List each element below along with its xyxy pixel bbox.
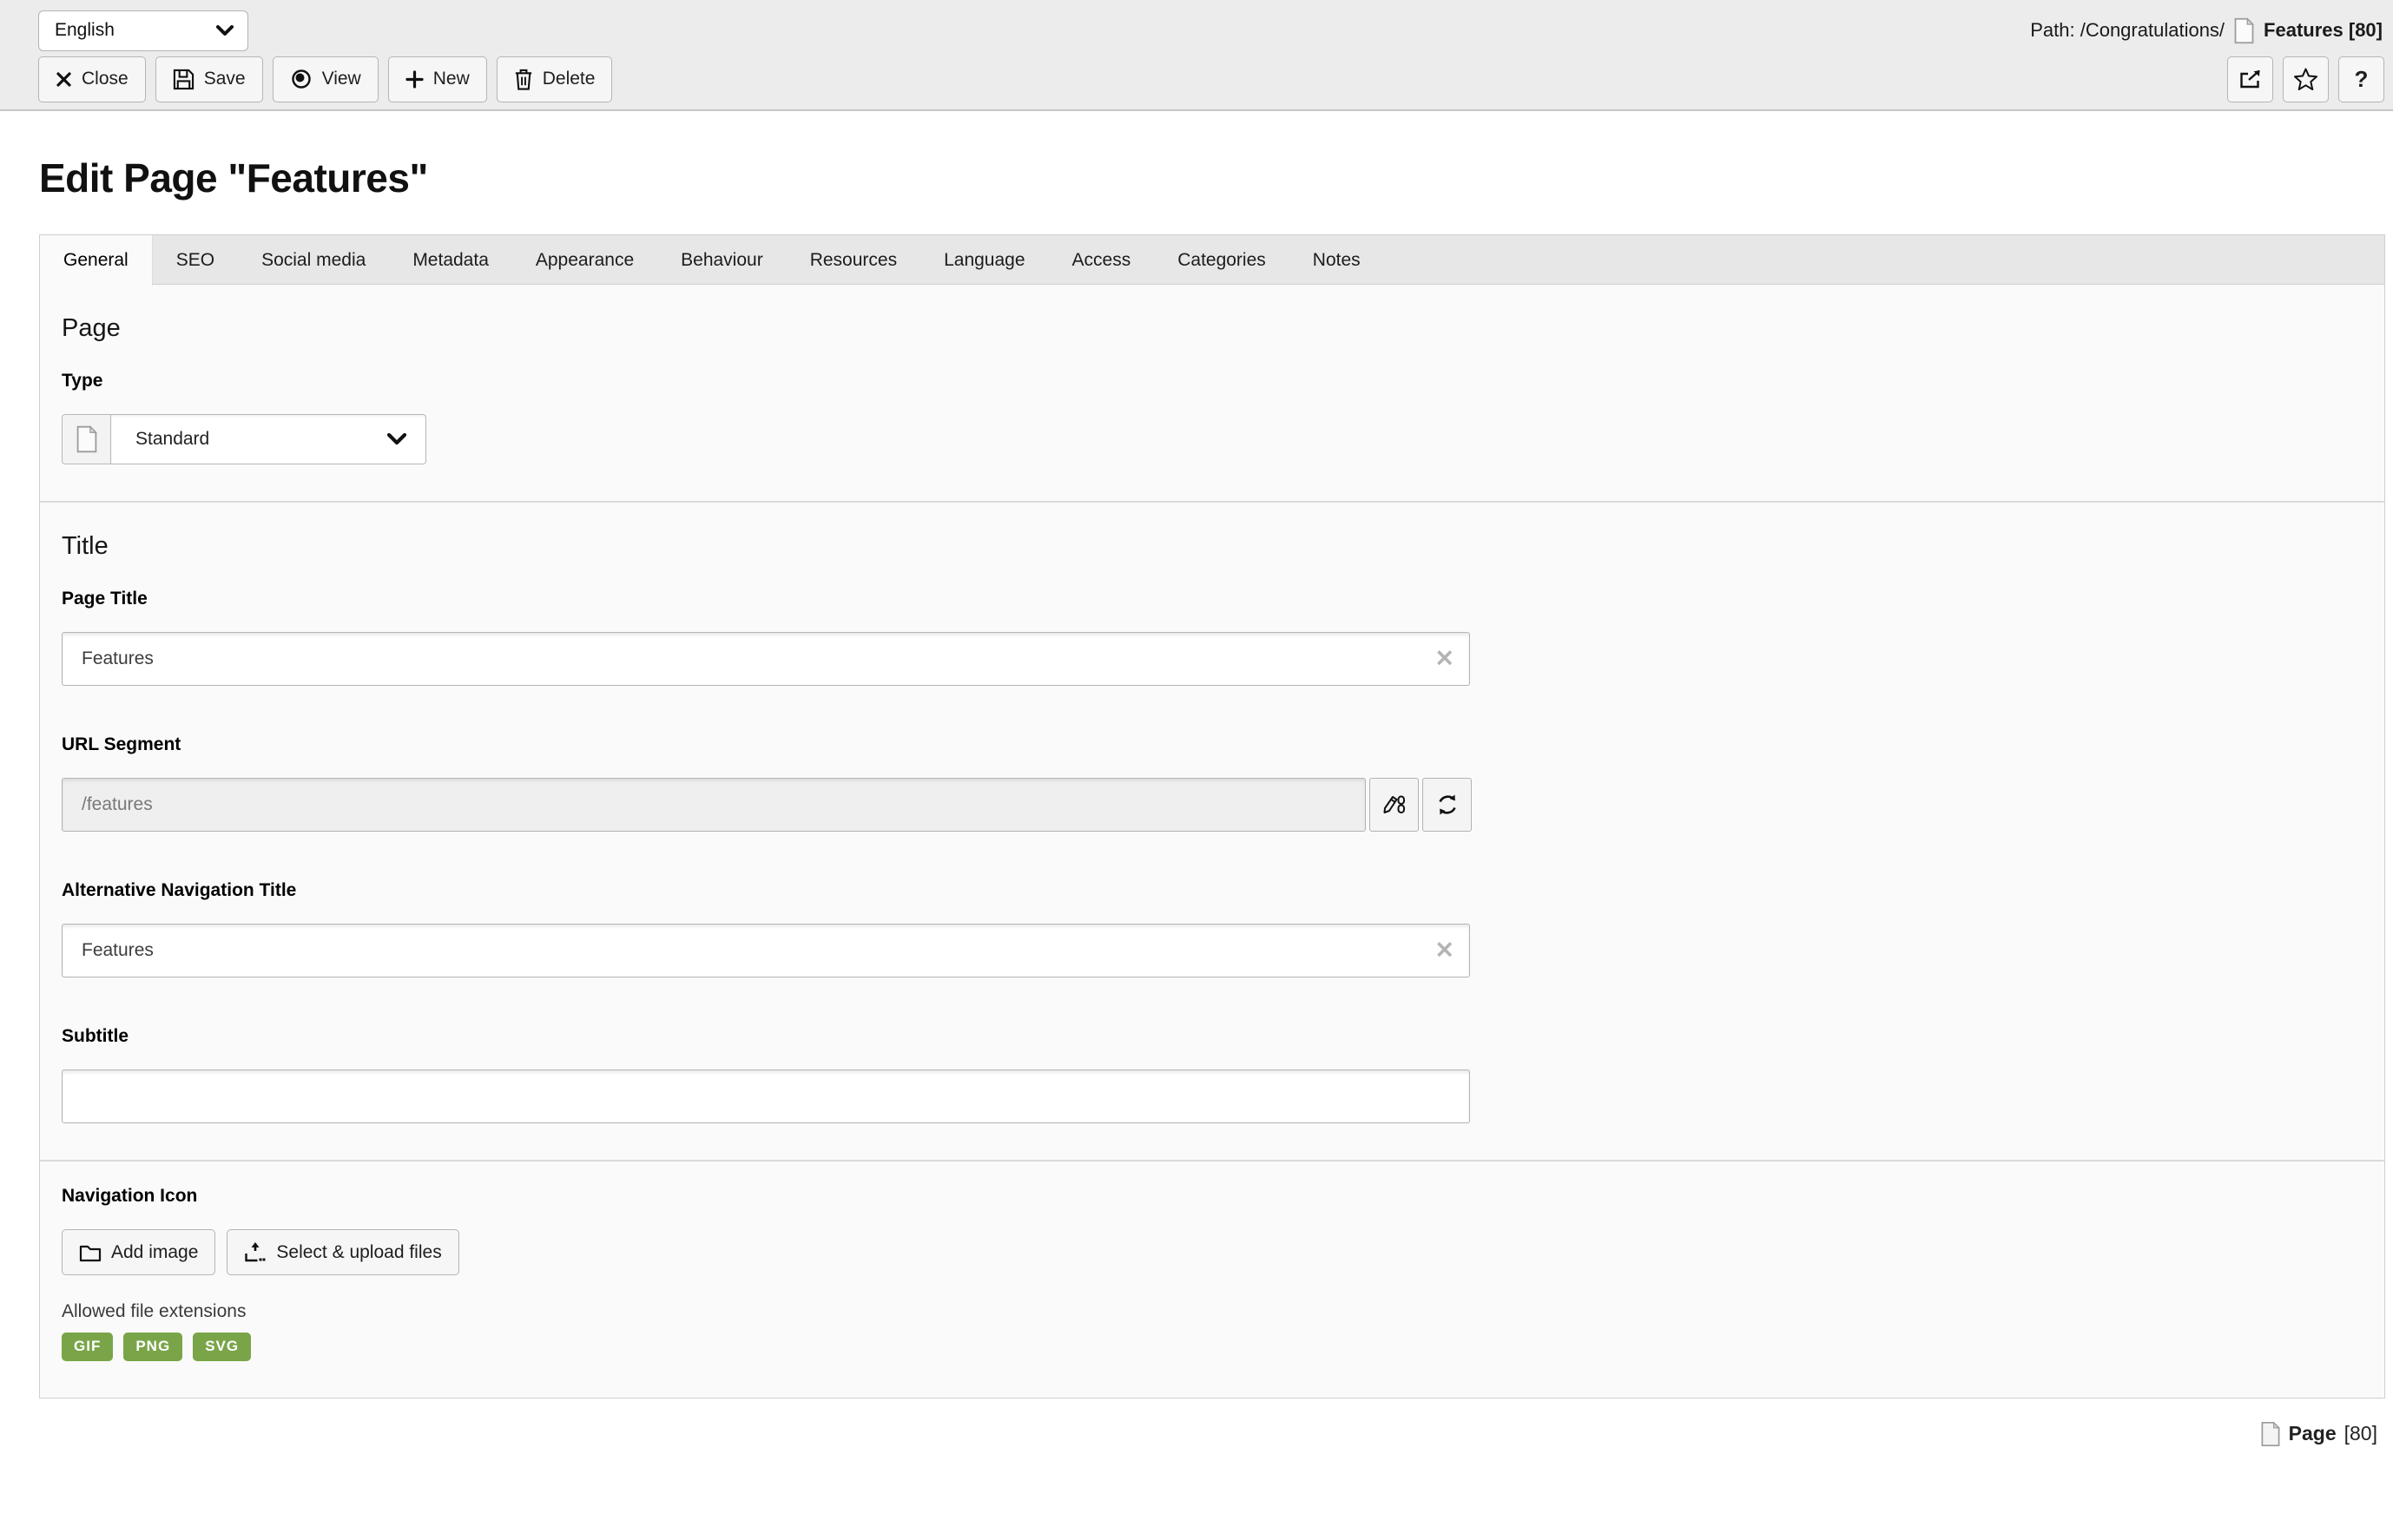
- record-uid: [80]: [2344, 1422, 2377, 1445]
- trash-icon: [514, 69, 533, 90]
- alt-nav-title-input[interactable]: [62, 924, 1470, 977]
- page-heading: Edit Page "Features": [39, 155, 2393, 201]
- record-footer: Page [80]: [0, 1421, 2377, 1447]
- close-icon: [56, 71, 72, 88]
- upload-icon: [244, 1241, 267, 1263]
- alt-nav-title-label: Alternative Navigation Title: [62, 880, 2363, 901]
- refresh-icon: [1435, 793, 1460, 817]
- add-image-label: Add image: [111, 1242, 198, 1263]
- tab-access[interactable]: Access: [1049, 235, 1155, 284]
- edit-form-panel: General SEO Social media Metadata Appear…: [39, 234, 2385, 1399]
- page-icon: [2233, 17, 2255, 44]
- tab-bar: General SEO Social media Metadata Appear…: [40, 235, 2384, 285]
- delete-label: Delete: [543, 69, 596, 89]
- eye-icon: [290, 69, 313, 89]
- page-title-label: Page Title: [62, 589, 2363, 609]
- section-navigation-icon: Navigation Icon Add image Select & uploa…: [40, 1160, 2384, 1398]
- section-page-header: Page: [62, 314, 2363, 343]
- language-select[interactable]: English: [38, 10, 248, 51]
- delete-button[interactable]: Delete: [497, 56, 613, 102]
- view-button[interactable]: View: [273, 56, 379, 102]
- language-select-value: English: [55, 20, 115, 41]
- external-link-icon: [2239, 69, 2262, 89]
- type-label: Type: [62, 371, 2363, 392]
- tab-seo[interactable]: SEO: [153, 235, 238, 284]
- edit-slug-icon: [1382, 793, 1407, 816]
- bookmark-button[interactable]: [2283, 56, 2329, 102]
- tab-resources[interactable]: Resources: [787, 235, 920, 284]
- breadcrumb: Path: /Congratulations/ Features [80]: [2030, 17, 2384, 44]
- doc-header: English Path: /Congratulations/ Features…: [0, 0, 2393, 111]
- field-subtitle: Subtitle: [62, 1026, 2363, 1123]
- field-alt-nav-title: Alternative Navigation Title ✕: [62, 880, 2363, 977]
- subtitle-label: Subtitle: [62, 1026, 2363, 1047]
- star-icon: [2294, 68, 2317, 90]
- page-icon: [76, 425, 98, 453]
- extension-badge-gif: GIF: [62, 1333, 113, 1361]
- url-segment-input[interactable]: [62, 778, 1366, 832]
- open-in-new-window-button[interactable]: [2227, 56, 2273, 102]
- close-button[interactable]: Close: [38, 56, 146, 102]
- tab-behaviour[interactable]: Behaviour: [657, 235, 787, 284]
- tab-metadata[interactable]: Metadata: [389, 235, 512, 284]
- subtitle-input[interactable]: [62, 1069, 1470, 1123]
- new-label: New: [433, 69, 470, 89]
- new-button[interactable]: New: [388, 56, 487, 102]
- page-title-input[interactable]: [62, 632, 1470, 686]
- page-type-select[interactable]: Standard: [111, 414, 426, 464]
- clear-icon[interactable]: ✕: [1434, 939, 1454, 963]
- page-type-value: Standard: [135, 429, 209, 450]
- page-icon: [2260, 1421, 2281, 1447]
- field-page-title: Page Title ✕: [62, 589, 2363, 686]
- tab-categories[interactable]: Categories: [1154, 235, 1289, 284]
- field-url-segment: URL Segment: [62, 734, 2363, 832]
- help-icon: ?: [2355, 66, 2369, 93]
- tab-social-media[interactable]: Social media: [238, 235, 389, 284]
- page-type-icon-box: [62, 414, 111, 464]
- tab-general[interactable]: General: [40, 235, 153, 286]
- tab-notes[interactable]: Notes: [1289, 235, 1384, 284]
- tab-appearance[interactable]: Appearance: [512, 235, 657, 284]
- save-label: Save: [204, 69, 246, 89]
- section-title-header: Title: [62, 532, 2363, 561]
- select-upload-files-button[interactable]: Select & upload files: [227, 1229, 458, 1275]
- save-icon: [173, 69, 194, 90]
- path-label: Path: /Congratulations/: [2030, 19, 2225, 42]
- edit-url-segment-button[interactable]: [1369, 778, 1419, 832]
- url-segment-label: URL Segment: [62, 734, 2363, 755]
- record-type: Page: [2289, 1422, 2337, 1445]
- add-image-button[interactable]: Add image: [62, 1229, 215, 1275]
- navigation-icon-label: Navigation Icon: [62, 1186, 2363, 1207]
- extension-badge-png: PNG: [123, 1333, 182, 1361]
- help-button[interactable]: ?: [2338, 56, 2384, 102]
- allowed-extensions-label: Allowed file extensions: [62, 1301, 2363, 1322]
- folder-icon: [79, 1243, 102, 1262]
- chevron-down-icon: [387, 433, 406, 445]
- close-label: Close: [82, 69, 129, 89]
- chevron-down-icon: [216, 25, 234, 36]
- recalculate-url-segment-button[interactable]: [1422, 778, 1472, 832]
- tab-language[interactable]: Language: [920, 235, 1048, 284]
- clear-icon[interactable]: ✕: [1434, 648, 1454, 671]
- record-title: Features [80]: [2264, 19, 2383, 42]
- section-page: Page Type Standard: [40, 285, 2384, 501]
- save-button[interactable]: Save: [155, 56, 263, 102]
- extension-badge-svg: SVG: [193, 1333, 251, 1361]
- plus-icon: [405, 70, 424, 89]
- select-upload-files-label: Select & upload files: [276, 1242, 441, 1263]
- section-title: Title Page Title ✕ URL Segment: [40, 501, 2384, 1160]
- view-label: View: [322, 69, 361, 89]
